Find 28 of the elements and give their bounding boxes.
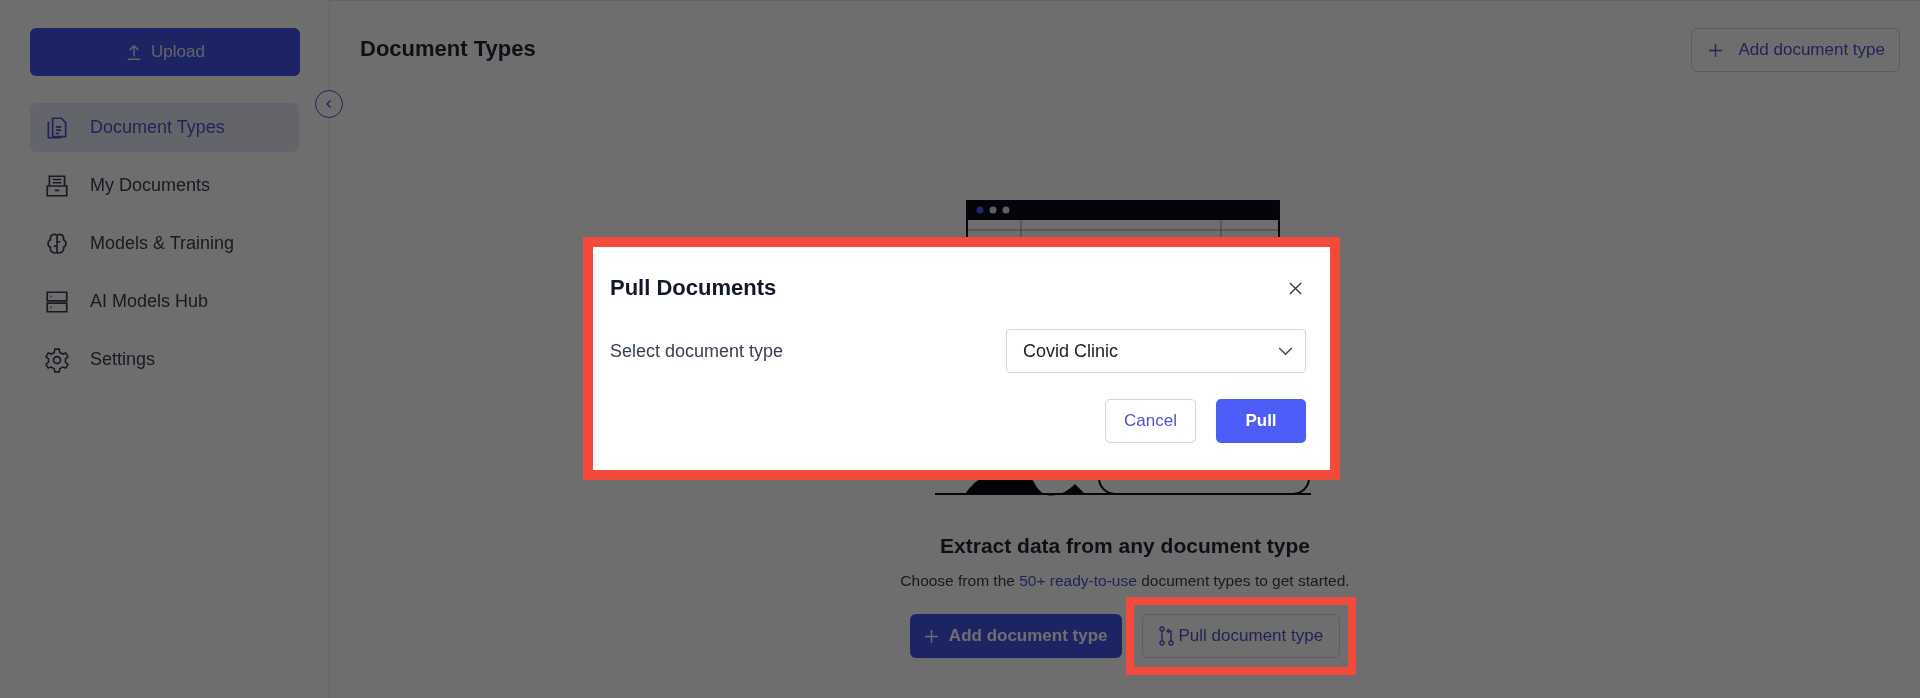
server-icon [44,288,70,315]
ready-to-use-link[interactable]: 50+ ready-to-use [1019,572,1137,589]
document-type-select[interactable]: Covid Clinic [1006,329,1306,373]
settings-icon [44,346,70,373]
empty-state-text: Choose from the 50+ ready-to-use document types to get started. [900,572,1350,590]
plus-icon [923,628,939,644]
chevron-down-icon [1278,346,1293,356]
nav-item[interactable]: AI Models Hub [30,277,299,326]
nav-item[interactable]: My Documents [30,161,299,210]
document-icon [44,114,70,141]
plus-icon [1707,42,1723,58]
chevron-left-icon [324,99,334,109]
pull-button[interactable]: Pull [1216,399,1306,443]
modal-title: Pull Documents [610,275,777,301]
page-title: Document Types [360,36,536,62]
upload-button[interactable]: Upload [30,28,300,76]
field-label: Select document type [610,340,784,362]
pull-document-type-button[interactable]: Pull document type [1141,614,1341,658]
add-document-type-button[interactable]: Add document type [1690,28,1900,72]
add-document-type-button[interactable]: Add document type [909,614,1122,658]
collapse-button[interactable] [315,90,343,118]
nav-item[interactable]: Document Types [30,103,299,152]
nav-item[interactable]: Settings [30,335,299,384]
empty-state-heading: Extract data from any document type [940,534,1310,558]
nav-item[interactable]: Models & Training [30,219,299,268]
cancel-button[interactable]: Cancel [1105,399,1196,443]
archive-icon [44,172,70,199]
git-pull-icon [1158,626,1175,646]
